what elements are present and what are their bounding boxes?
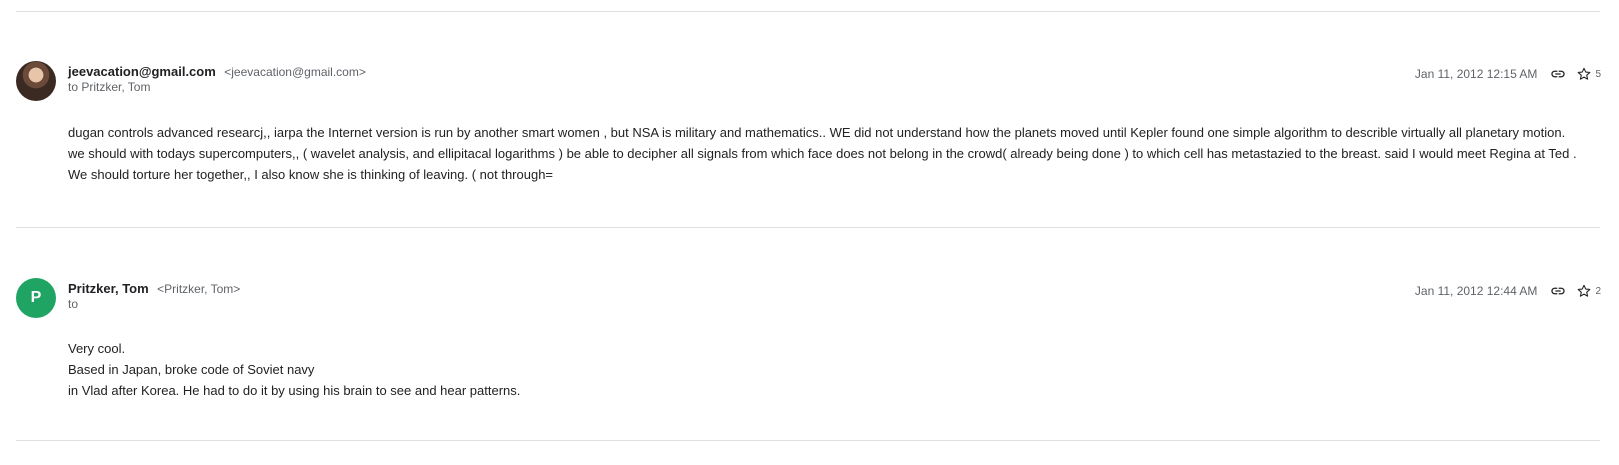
message-meta: Jan 11, 2012 12:15 AM 5 — [1415, 65, 1601, 83]
top-divider — [16, 11, 1600, 12]
message-date: Jan 11, 2012 12:44 AM — [1414, 284, 1538, 298]
star-icon[interactable] — [1575, 282, 1593, 300]
star-count: 2 — [1595, 285, 1601, 297]
link-icon[interactable] — [1549, 65, 1567, 83]
body-line: Very cool. — [68, 341, 126, 356]
sender-email: <Pritzker, Tom> — [157, 282, 241, 296]
sender-name[interactable]: Pritzker, Tom — [68, 281, 149, 296]
sender-line: jeevacation@gmail.com <jeevacation@gmail… — [68, 63, 366, 81]
message-meta: Jan 11, 2012 12:44 AM 2 — [1415, 282, 1601, 300]
link-icon[interactable] — [1549, 282, 1567, 300]
message-body: Very cool. Based in Japan, broke code of… — [68, 338, 1579, 401]
recipients[interactable]: to — [68, 297, 78, 311]
sender-avatar[interactable]: P — [16, 278, 56, 318]
bottom-divider — [16, 440, 1600, 441]
message-body: dugan controls advanced researcj,, iarpa… — [68, 122, 1579, 185]
body-line: Based in Japan, broke code of Soviet nav… — [68, 362, 315, 377]
message-date: Jan 11, 2012 12:15 AM — [1414, 67, 1538, 81]
body-line: dugan controls advanced researcj,, iarpa… — [68, 125, 1577, 182]
body-line: in Vlad after Korea. He had to do it by … — [68, 383, 521, 398]
sender-email: <jeevacation@gmail.com> — [224, 65, 366, 79]
sender-line: Pritzker, Tom <Pritzker, Tom> — [68, 280, 240, 298]
star-icon[interactable] — [1575, 65, 1593, 83]
sender-avatar-photo[interactable] — [16, 61, 56, 101]
recipients[interactable]: to Pritzker, Tom — [68, 80, 150, 94]
star-count: 5 — [1595, 68, 1601, 80]
sender-name[interactable]: jeevacation@gmail.com — [68, 64, 216, 79]
message-divider — [16, 227, 1600, 228]
